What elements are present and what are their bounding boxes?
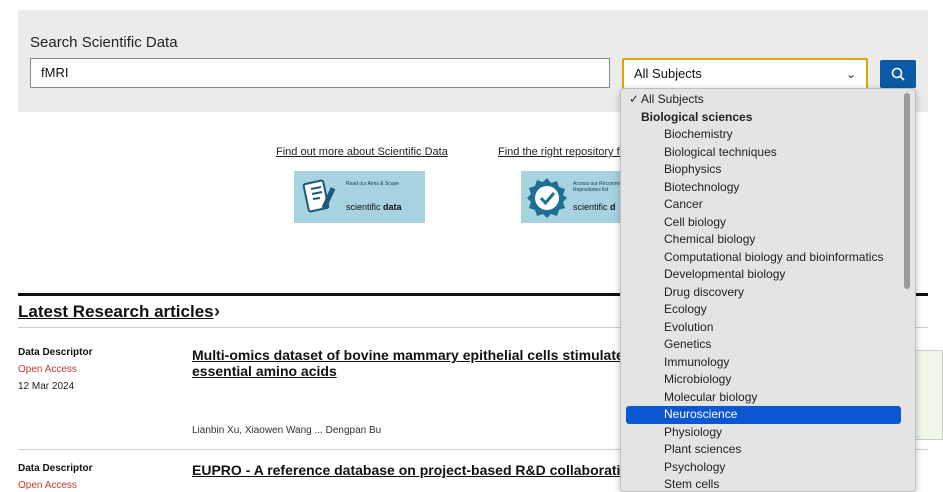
find-repository-link[interactable]: Find the right repository fo — [498, 146, 626, 158]
option-physiology[interactable]: Physiology — [621, 424, 901, 442]
option-plant-sciences[interactable]: Plant sciences — [621, 441, 901, 459]
article-thumbnail[interactable] — [912, 350, 943, 440]
option-biochemistry[interactable]: Biochemistry — [621, 126, 901, 144]
option-biotechnology[interactable]: Biotechnology — [621, 179, 901, 197]
banner-brand: scientific d — [573, 202, 616, 212]
option-microbiology[interactable]: Microbiology — [621, 371, 901, 389]
article-title[interactable]: Multi-omics dataset of bovine mammary ep… — [192, 347, 624, 379]
option-stem-cells[interactable]: Stem cells — [621, 476, 901, 491]
search-icon — [891, 67, 905, 81]
document-pen-icon — [302, 179, 336, 213]
option-drug-discovery[interactable]: Drug discovery — [621, 284, 901, 302]
verified-badge-icon — [527, 178, 567, 218]
option-developmental-biology[interactable]: Developmental biology — [621, 266, 901, 284]
banner-brand: scientific data — [346, 202, 402, 212]
option-group-biological-sciences: Biological sciences — [641, 109, 753, 124]
subject-select[interactable]: All Subjects ⌄ — [622, 58, 868, 90]
chevron-right-icon[interactable]: › — [214, 301, 220, 322]
checkmark-icon: ✓ — [629, 92, 640, 106]
article-type: Data Descriptor — [18, 347, 93, 358]
option-computational-biology[interactable]: Computational biology and bioinformatics — [621, 249, 901, 267]
aims-scope-banner[interactable]: Read our Aims & Scope scientific data — [294, 171, 425, 223]
article-title[interactable]: EUPRO - A reference database on project-… — [192, 462, 620, 478]
option-neuroscience[interactable]: Neuroscience — [626, 406, 901, 424]
search-button[interactable] — [880, 60, 916, 88]
option-psychology[interactable]: Psychology — [621, 459, 901, 477]
latest-research-heading[interactable]: Latest Research articles — [18, 302, 214, 322]
option-evolution[interactable]: Evolution — [621, 319, 901, 337]
banner-caption: Read our Aims & Scope — [346, 181, 400, 187]
article-date: 12 Mar 2024 — [18, 381, 75, 392]
article-type: Data Descriptor — [18, 463, 93, 474]
subject-dropdown-list[interactable]: ✓ All Subjects Biological sciences Bioch… — [620, 88, 916, 492]
option-ecology[interactable]: Ecology — [621, 301, 901, 319]
dropdown-scrollbar-thumb[interactable] — [904, 93, 910, 289]
option-genetics[interactable]: Genetics — [621, 336, 901, 354]
open-access-badge: Open Access — [18, 364, 77, 375]
option-molecular-biology[interactable]: Molecular biology — [621, 389, 901, 407]
option-cancer[interactable]: Cancer — [621, 196, 901, 214]
option-cell-biology[interactable]: Cell biology — [621, 214, 901, 232]
search-title: Search Scientific Data — [30, 34, 178, 51]
option-biophysics[interactable]: Biophysics — [621, 161, 901, 179]
option-biological-techniques[interactable]: Biological techniques — [621, 144, 901, 162]
search-input[interactable]: fMRI — [30, 58, 610, 88]
about-scientific-data-link[interactable]: Find out more about Scientific Data — [276, 146, 448, 158]
chevron-down-icon: ⌄ — [845, 67, 856, 81]
option-immunology[interactable]: Immunology — [621, 354, 901, 372]
open-access-badge: Open Access — [18, 480, 77, 491]
subject-select-value: All Subjects — [634, 66, 702, 81]
option-chemical-biology[interactable]: Chemical biology — [621, 231, 901, 249]
option-all-subjects[interactable]: ✓ All Subjects — [621, 91, 901, 109]
article-authors: Lianbin Xu, Xiaowen Wang ... Dengpan Bu — [192, 425, 382, 436]
